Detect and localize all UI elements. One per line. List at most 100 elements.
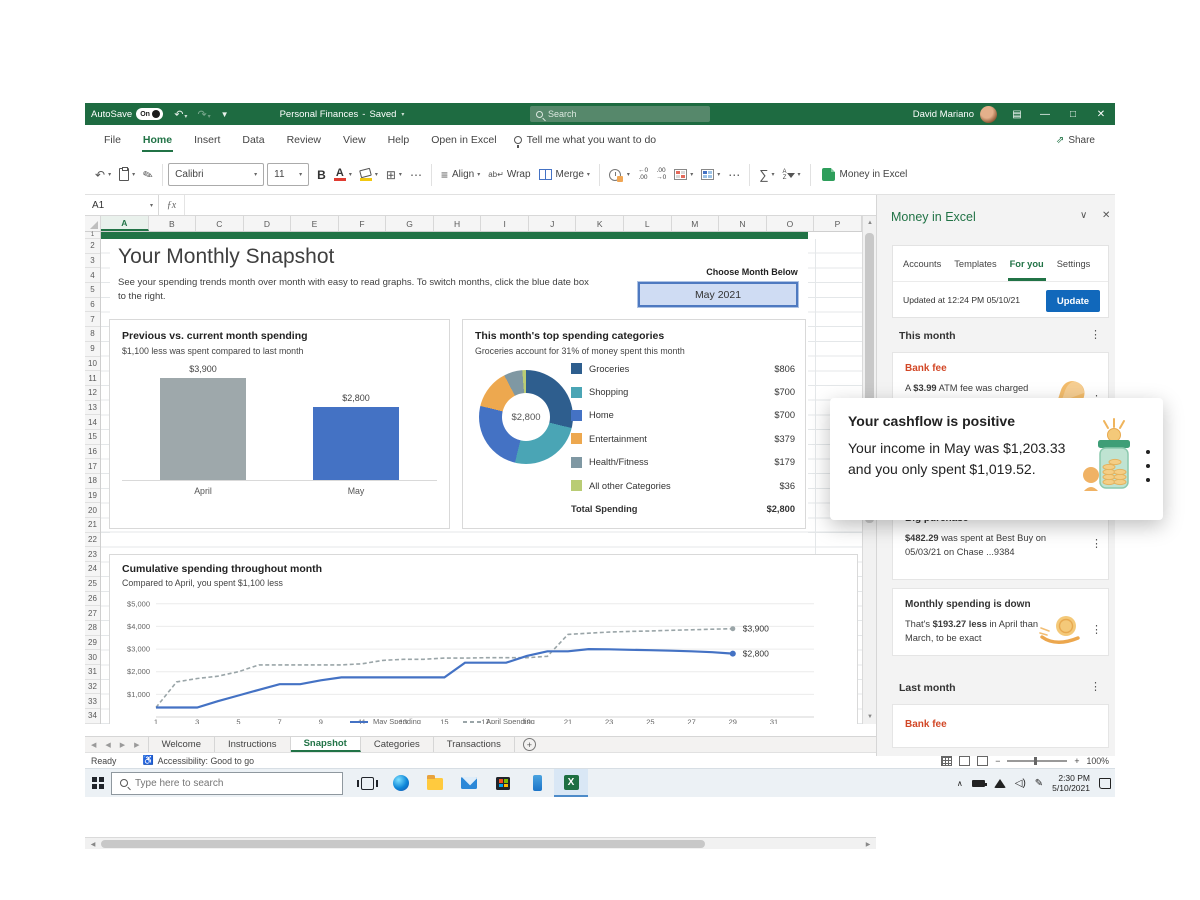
section-this-month-menu-icon[interactable]: ⋮ <box>1090 328 1101 341</box>
row-header-13[interactable]: 13 <box>85 401 100 416</box>
edge-app-button[interactable] <box>384 769 418 797</box>
row-header-28[interactable]: 28 <box>85 621 100 636</box>
wifi-icon[interactable] <box>994 779 1006 788</box>
conditional-formatting-button[interactable]: ▾ <box>670 162 697 188</box>
card-last-month-bank-fee[interactable]: Bank fee <box>892 704 1109 748</box>
redo-icon[interactable]: ↷▾ <box>192 108 215 121</box>
ribbon-tab-file[interactable]: File <box>93 125 132 155</box>
sheet-tab-instructions[interactable]: Instructions <box>215 737 291 752</box>
row-header-10[interactable]: 10 <box>85 357 100 372</box>
pane-tab-for-you[interactable]: For you <box>1010 246 1044 281</box>
row-header-5[interactable]: 5 <box>85 283 100 298</box>
last-sheet-icon[interactable]: ▶ <box>134 741 139 749</box>
user-avatar[interactable] <box>980 106 997 123</box>
align-button[interactable]: ≡Align▾ <box>437 162 484 188</box>
decrease-decimal-button[interactable]: .00→0 <box>652 162 670 188</box>
pane-tab-settings[interactable]: Settings <box>1057 246 1091 281</box>
row-header-6[interactable]: 6 <box>85 298 100 313</box>
row-header-26[interactable]: 26 <box>85 592 100 607</box>
pane-collapse-icon[interactable]: ∨ <box>1080 210 1087 221</box>
scroll-down-icon[interactable]: ▼ <box>863 714 877 720</box>
more-formatting-button[interactable]: ⋯ <box>724 162 744 188</box>
row-header-8[interactable]: 8 <box>85 327 100 342</box>
pen-icon[interactable]: ✎ <box>1035 778 1043 789</box>
ribbon-tab-review[interactable]: Review <box>276 125 332 155</box>
normal-view-icon[interactable] <box>941 756 952 766</box>
zoom-out-icon[interactable]: − <box>995 756 1000 766</box>
row-header-30[interactable]: 30 <box>85 650 100 665</box>
column-header-L[interactable]: L <box>624 216 672 231</box>
donut-chart-box[interactable]: This month's top spending categories Gro… <box>462 319 806 529</box>
sheet-canvas[interactable]: Your Monthly Snapshot See your spending … <box>101 232 862 724</box>
row-header-17[interactable]: 17 <box>85 459 100 474</box>
money-in-excel-button[interactable]: Money in Excel <box>818 162 912 188</box>
line-chart-box[interactable]: Cumulative spending throughout month Com… <box>109 554 858 724</box>
autosave-toggle[interactable]: AutoSave On <box>85 103 169 125</box>
taskbar-clock[interactable]: 2:30 PM 5/10/2021 <box>1052 774 1090 793</box>
ribbon-display-options-icon[interactable]: ▤ <box>1003 103 1031 125</box>
row-header-18[interactable]: 18 <box>85 474 100 489</box>
card-monthly-spending-menu-icon[interactable]: ⋮ <box>1091 623 1102 636</box>
column-header-M[interactable]: M <box>672 216 720 231</box>
page-break-view-icon[interactable] <box>977 756 988 766</box>
row-header-29[interactable]: 29 <box>85 636 100 651</box>
sheet-tab-snapshot[interactable]: Snapshot <box>291 737 361 752</box>
column-header-C[interactable]: C <box>196 216 244 231</box>
store-app-button[interactable] <box>486 769 520 797</box>
first-sheet-icon[interactable]: ◀ <box>91 741 96 749</box>
ribbon-tab-help[interactable]: Help <box>377 125 421 155</box>
sort-filter-button[interactable]: AZ▾ <box>779 162 805 188</box>
row-header-24[interactable]: 24 <box>85 562 100 577</box>
row-header-7[interactable]: 7 <box>85 312 100 327</box>
select-all-corner[interactable] <box>85 216 101 231</box>
zoom-level[interactable]: 100% <box>1087 756 1110 766</box>
column-header-A[interactable]: A <box>101 216 149 231</box>
row-header-16[interactable]: 16 <box>85 445 100 460</box>
autosave-pill[interactable]: On <box>136 108 163 120</box>
increase-decimal-button[interactable]: ←0.00 <box>634 162 652 188</box>
merge-button[interactable]: Merge▾ <box>535 162 594 188</box>
ribbon-tab-insert[interactable]: Insert <box>183 125 231 155</box>
minimize-button[interactable]: — <box>1031 103 1059 125</box>
column-header-J[interactable]: J <box>529 216 577 231</box>
share-button[interactable]: ⇗ Share <box>1048 129 1103 151</box>
cashflow-popup[interactable]: Your cashflow is positive Your income in… <box>830 398 1163 520</box>
file-explorer-button[interactable] <box>418 769 452 797</box>
month-selector[interactable]: May 2021 <box>638 282 798 307</box>
row-header-19[interactable]: 19 <box>85 489 100 504</box>
prev-sheet-icon[interactable]: ◀ <box>105 741 110 749</box>
column-header-O[interactable]: O <box>767 216 815 231</box>
battery-icon[interactable] <box>972 780 985 787</box>
excel-app-button[interactable]: X <box>554 769 588 797</box>
row-header-33[interactable]: 33 <box>85 694 100 709</box>
your-phone-app-button[interactable] <box>520 769 554 797</box>
ribbon-tab-data[interactable]: Data <box>231 125 275 155</box>
tell-me-box[interactable]: Tell me what you want to do <box>514 134 657 146</box>
row-header-25[interactable]: 25 <box>85 577 100 592</box>
row-header-12[interactable]: 12 <box>85 386 100 401</box>
row-header-9[interactable]: 9 <box>85 342 100 357</box>
bold-button[interactable]: B <box>313 162 330 188</box>
row-header-2[interactable]: 2 <box>85 239 100 254</box>
titlebar-search-input[interactable]: Search <box>530 106 710 122</box>
row-header-14[interactable]: 14 <box>85 415 100 430</box>
start-button[interactable] <box>85 769 111 797</box>
name-box[interactable]: A1 ▾ <box>85 195 159 215</box>
scroll-left-icon[interactable]: ◀ <box>86 841 100 848</box>
column-header-G[interactable]: G <box>386 216 434 231</box>
zoom-slider-thumb[interactable] <box>1034 757 1037 765</box>
row-header-34[interactable]: 34 <box>85 709 100 724</box>
add-sheet-button[interactable]: + <box>523 738 536 751</box>
row-header-1[interactable]: 1 <box>85 232 100 239</box>
row-header-23[interactable]: 23 <box>85 547 100 562</box>
zoom-in-icon[interactable]: + <box>1074 756 1079 766</box>
row-header-15[interactable]: 15 <box>85 430 100 445</box>
autosum-button[interactable]: ∑▾ <box>755 162 778 188</box>
font-name-select[interactable]: Calibri▾ <box>168 163 264 186</box>
row-header-27[interactable]: 27 <box>85 606 100 621</box>
mail-app-button[interactable] <box>452 769 486 797</box>
hidden-icons-chevron[interactable]: ∧ <box>957 779 963 788</box>
format-painter-button[interactable]: ✎ <box>139 162 157 188</box>
row-header-20[interactable]: 20 <box>85 503 100 518</box>
taskbar-search-input[interactable] <box>135 778 305 789</box>
